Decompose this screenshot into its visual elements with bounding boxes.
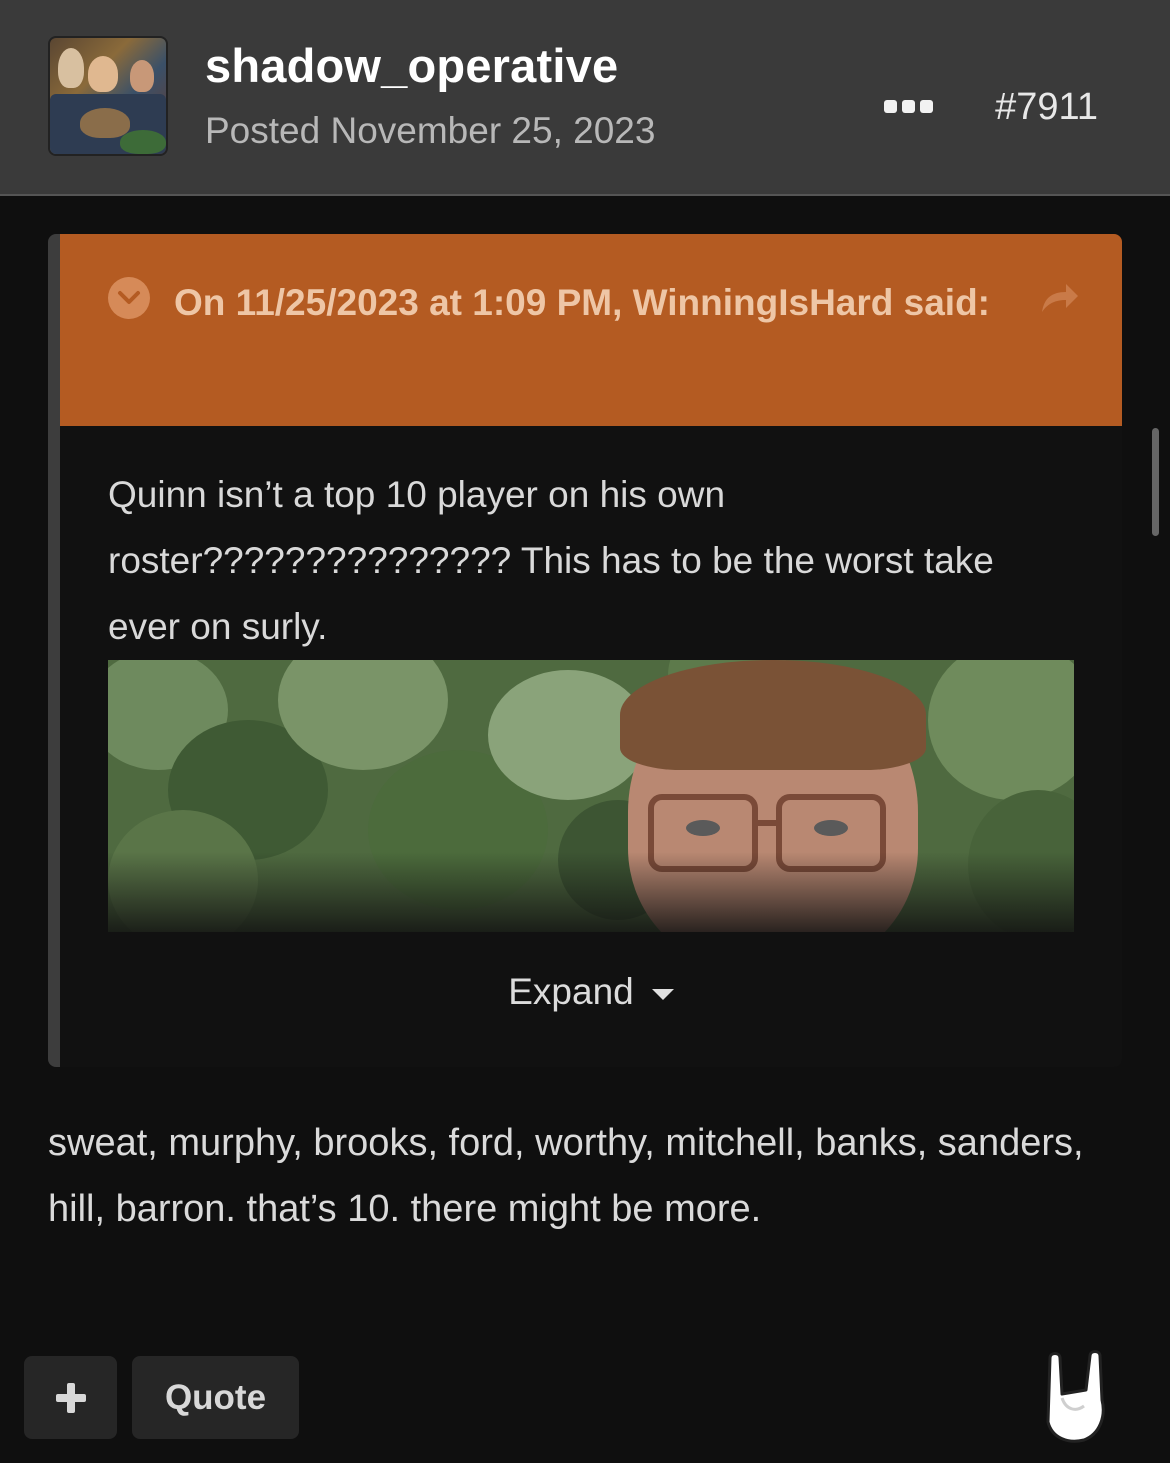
expand-button[interactable]: Expand [60, 971, 1122, 1013]
post-header: shadow_operative Posted November 25, 202… [0, 0, 1170, 196]
author-name[interactable]: shadow_operative [205, 38, 618, 93]
avatar[interactable] [48, 36, 168, 156]
more-options-icon[interactable] [884, 97, 936, 115]
quote-button[interactable]: Quote [132, 1356, 299, 1439]
quote-text: Quinn isn’t a top 10 player on his own r… [108, 474, 994, 647]
expand-label: Expand [508, 971, 634, 1012]
post-number[interactable]: #7911 [995, 86, 1098, 129]
quote-citation: On 11/25/2023 at 1:09 PM, WinningIsHard … [174, 282, 991, 323]
caret-down-icon [651, 988, 674, 1000]
quote-header: On 11/25/2023 at 1:09 PM, WinningIsHard … [60, 234, 1122, 426]
quoted-image[interactable] [108, 660, 1074, 932]
rock-on-hand-icon[interactable] [1040, 1350, 1112, 1444]
scrollbar[interactable] [1152, 428, 1159, 536]
share-icon[interactable] [1038, 280, 1080, 316]
plus-icon [55, 1382, 86, 1413]
post-body: sweat, murphy, brooks, ford, worthy, mit… [48, 1122, 1084, 1230]
plus-button[interactable] [24, 1356, 117, 1439]
quote-block: On 11/25/2023 at 1:09 PM, WinningIsHard … [48, 234, 1122, 1067]
post-date: Posted November 25, 2023 [205, 110, 656, 151]
